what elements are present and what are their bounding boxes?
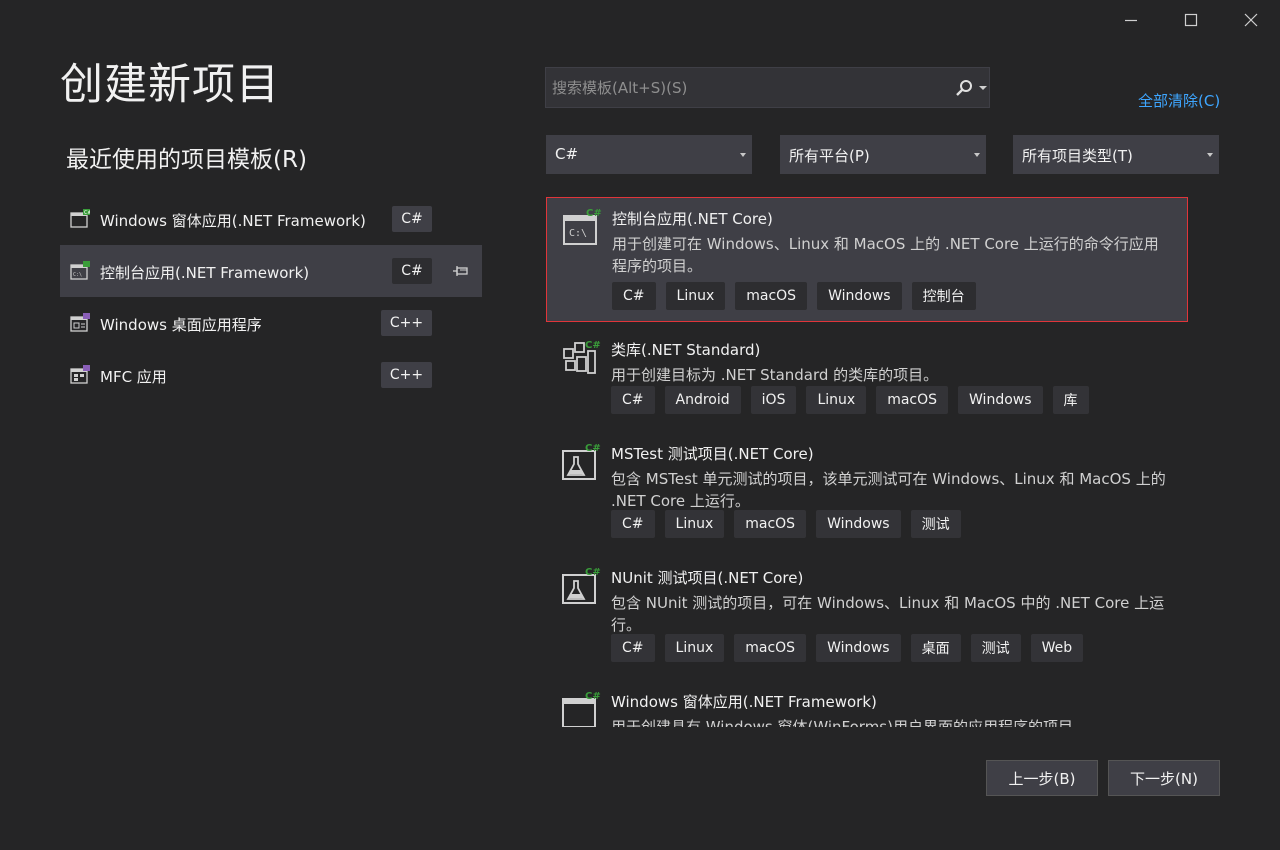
pin-icon[interactable]	[452, 262, 470, 280]
template-tag: Web	[1030, 634, 1084, 662]
template-description: 用于创建目标为 .NET Standard 的类库的项目。	[611, 366, 939, 384]
recent-templates-title: 最近使用的项目模板(R)	[66, 147, 307, 173]
template-name: Windows 窗体应用(.NET Framework)	[611, 693, 877, 711]
template-tag: Windows	[816, 634, 901, 662]
template-tag: macOS	[876, 386, 949, 414]
template-tag: Linux	[806, 386, 867, 414]
recent-item-name: MFC 应用	[100, 368, 167, 386]
test-project-icon: C#	[562, 567, 601, 604]
platform-filter-value: 所有平台(P)	[789, 147, 870, 165]
template-search-box	[545, 67, 990, 108]
search-options-dropdown[interactable]	[979, 86, 987, 90]
template-name: 控制台应用(.NET Core)	[612, 210, 773, 228]
mfc-app-icon	[70, 365, 90, 384]
template-description: 包含 NUnit 测试的项目，可在 Windows、Linux 和 MacOS …	[611, 594, 1165, 634]
project-type-filter-value: 所有项目类型(T)	[1022, 147, 1133, 165]
language-filter-dropdown[interactable]: C#	[546, 135, 752, 174]
search-icon[interactable]	[954, 78, 974, 98]
svg-text:C#: C#	[585, 691, 601, 702]
desktop-app-icon	[70, 313, 90, 332]
template-tag: C#	[612, 282, 656, 310]
test-project-icon: C#	[562, 443, 601, 480]
template-tag: C#	[611, 634, 655, 662]
template-tag: Android	[664, 386, 741, 414]
template-item-class-library[interactable]: C# 类库(.NET Standard) 用于创建目标为 .NET Standa…	[546, 329, 1188, 429]
template-tag: Linux	[665, 282, 726, 310]
template-item-nunit[interactable]: C# NUnit 测试项目(.NET Core) 包含 NUnit 测试的项目，…	[546, 557, 1188, 677]
template-description: 包含 MSTest 单元测试的项目，该单元测试可在 Windows、Linux …	[611, 470, 1166, 510]
svg-text:C#: C#	[585, 443, 601, 454]
search-input[interactable]	[546, 68, 941, 107]
recent-item-lang-badge: C++	[381, 362, 432, 388]
maximize-button[interactable]	[1176, 6, 1206, 34]
class-library-icon: C#	[563, 340, 601, 374]
svg-text:C#: C#	[84, 210, 90, 216]
recent-item-lang-badge: C#	[392, 258, 432, 284]
winforms-icon: C#	[70, 209, 90, 228]
template-description: 用于创建可在 Windows、Linux 和 MacOS 上的 .NET Cor…	[612, 235, 1159, 275]
template-tag: 测试	[970, 634, 1021, 662]
template-description: 用于创建具有 Windows 窗体(WinForms)用户界面的应用程序的项目	[611, 718, 1073, 727]
svg-text:C#: C#	[585, 340, 601, 351]
console-app-icon: C:\ C#	[563, 208, 602, 245]
template-tag: Windows	[816, 510, 901, 538]
project-type-filter-dropdown[interactable]: 所有项目类型(T)	[1013, 135, 1219, 174]
template-item-mstest[interactable]: C# MSTest 测试项目(.NET Core) 包含 MSTest 单元测试…	[546, 433, 1188, 553]
template-tags: C# Linux macOS Windows 控制台	[612, 282, 976, 310]
recent-item-name: Windows 桌面应用程序	[100, 316, 262, 334]
maximize-icon	[1184, 13, 1198, 27]
language-filter-value: C#	[555, 145, 579, 163]
template-tag: iOS	[750, 386, 797, 414]
template-item-console-app-core[interactable]: C:\ C# 控制台应用(.NET Core) 用于创建可在 Windows、L…	[546, 197, 1188, 322]
minimize-icon	[1125, 19, 1137, 22]
template-tags: C# Linux macOS Windows 桌面 测试 Web	[611, 634, 1084, 662]
recent-item-lang-badge: C#	[392, 206, 432, 232]
recent-item-winforms[interactable]: C# Windows 窗体应用(.NET Framework) C#	[60, 193, 482, 245]
minimize-button[interactable]	[1116, 6, 1146, 34]
clear-all-link[interactable]: 全部清除(C)	[1138, 90, 1220, 111]
template-tag: 测试	[910, 510, 961, 538]
chevron-down-icon	[974, 153, 980, 157]
template-tag: macOS	[734, 634, 807, 662]
template-tag: Linux	[664, 510, 725, 538]
template-name: 类库(.NET Standard)	[611, 341, 761, 359]
template-tags: C# Linux macOS Windows 测试	[611, 510, 961, 538]
template-tag: Windows	[817, 282, 902, 310]
template-tag: C#	[611, 510, 655, 538]
close-icon	[1244, 13, 1258, 27]
winforms-icon: C#	[562, 691, 601, 727]
next-button[interactable]: 下一步(N)	[1108, 760, 1220, 796]
svg-text:C:\: C:\	[73, 272, 82, 278]
svg-text:C:\: C:\	[569, 228, 587, 239]
template-tag: Linux	[664, 634, 725, 662]
template-tag: 桌面	[910, 634, 961, 662]
page-title: 创建新项目	[60, 60, 280, 110]
template-tag: 控制台	[911, 282, 976, 310]
svg-text:C#: C#	[586, 208, 602, 219]
template-item-winforms-framework[interactable]: C# Windows 窗体应用(.NET Framework) 用于创建具有 W…	[546, 681, 1188, 727]
template-tag: 库	[1052, 386, 1089, 414]
template-tag: macOS	[734, 510, 807, 538]
template-list: C:\ C# 控制台应用(.NET Core) 用于创建可在 Windows、L…	[546, 197, 1188, 727]
template-name: MSTest 测试项目(.NET Core)	[611, 445, 814, 463]
recent-item-desktop-app[interactable]: Windows 桌面应用程序 C++	[60, 297, 482, 349]
template-tags: C# Android iOS Linux macOS Windows 库	[611, 386, 1089, 414]
chevron-down-icon	[740, 153, 746, 157]
recent-item-mfc-app[interactable]: MFC 应用 C++	[60, 349, 482, 401]
console-app-icon: C:\	[70, 261, 90, 280]
back-button[interactable]: 上一步(B)	[986, 760, 1098, 796]
recent-templates-list: C# Windows 窗体应用(.NET Framework) C# C:\ 控…	[60, 193, 482, 401]
template-tag: macOS	[735, 282, 808, 310]
template-tag: Windows	[958, 386, 1043, 414]
platform-filter-dropdown[interactable]: 所有平台(P)	[780, 135, 986, 174]
chevron-down-icon	[1207, 153, 1213, 157]
close-button[interactable]	[1236, 6, 1266, 34]
template-name: NUnit 测试项目(.NET Core)	[611, 569, 804, 587]
recent-item-console-app[interactable]: C:\ 控制台应用(.NET Framework) C#	[60, 245, 482, 297]
recent-item-lang-badge: C++	[381, 310, 432, 336]
svg-text:C#: C#	[585, 567, 601, 578]
recent-item-name: 控制台应用(.NET Framework)	[100, 264, 310, 282]
template-tag: C#	[611, 386, 655, 414]
recent-item-name: Windows 窗体应用(.NET Framework)	[100, 212, 366, 230]
